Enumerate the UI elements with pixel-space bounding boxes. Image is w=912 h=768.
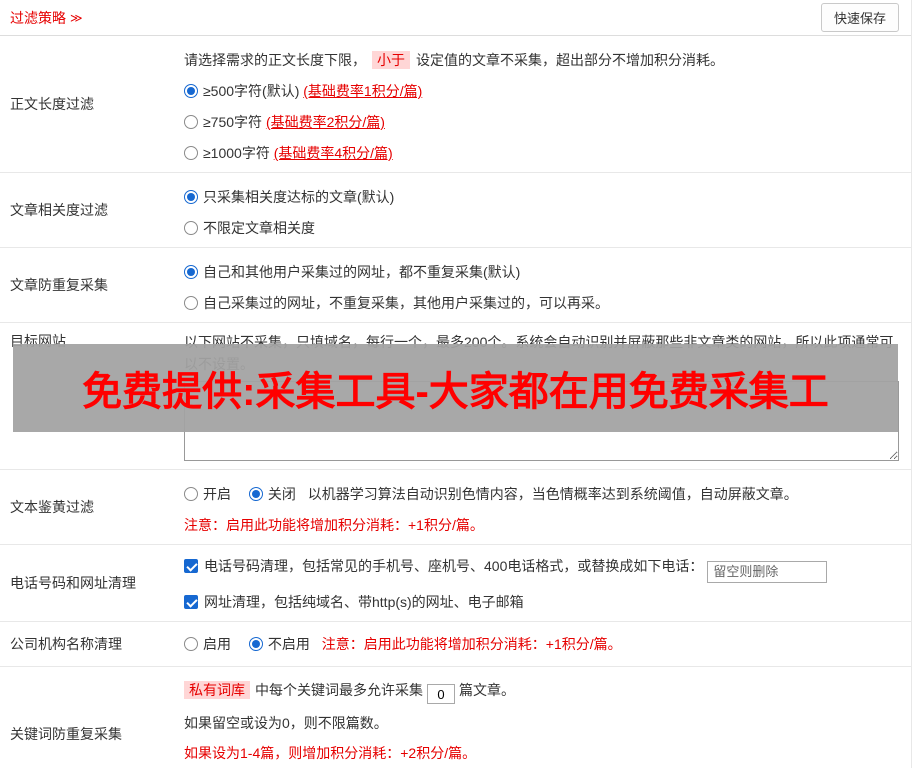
row-dedupe-filter: 文章防重复采集 自己和其他用户采集过的网址，都不重复采集(默认) 自己采集过的网…: [0, 248, 911, 323]
radio-icon[interactable]: [184, 636, 198, 651]
row-porn-filter: 文本鉴黄过滤 开启 关闭 以机器学习算法自动识别色情内容，当色情概率达到系统阈值…: [0, 470, 911, 545]
quick-save-button[interactable]: 快速保存: [820, 3, 899, 32]
option-label: 不限定文章相关度: [203, 220, 315, 236]
option-label: 启用: [203, 635, 231, 652]
row-label-porn: 文本鉴黄过滤: [10, 499, 94, 515]
length-option-750[interactable]: ≥750字符 (基础费率2积分/篇): [184, 111, 899, 133]
dedupe-option-all-users[interactable]: 自己和其他用户采集过的网址，都不重复采集(默认): [184, 261, 899, 283]
option-label: 电话号码清理，包括常见的手机号、座机号、400电话格式，或替换成如下电话：: [204, 558, 704, 574]
row-length-filter: 正文长度过滤 请选择需求的正文长度下限， 小于 设定值的文章不采集，超出部分不增加积…: [0, 36, 911, 173]
radio-icon[interactable]: [184, 146, 198, 160]
row-company-cleanup: 公司机构名称清理 启用 不启用 注意：启用此功能将增加积分消耗：+1积分/篇。: [0, 622, 911, 667]
option-label: 只采集相关度达标的文章(默认): [203, 189, 395, 205]
rate-note: (基础费率2积分/篇): [265, 114, 385, 130]
keyword-note-cost: 如果设为1-4篇，则增加积分消耗：+2积分/篇。: [184, 745, 477, 761]
length-desc: 请选择需求的正文长度下限， 小于 设定值的文章不采集，超出部分不增加积分消耗。: [184, 49, 899, 71]
collapse-chevron-icon[interactable]: ≫: [70, 11, 83, 25]
row-relevance-filter: 文章相关度过滤 只采集相关度达标的文章(默认) 不限定文章相关度: [0, 173, 911, 248]
keyword-limit-text: 中每个关键词最多允许采集: [255, 681, 423, 698]
option-label: 自己和其他用户采集过的网址，都不重复采集(默认): [203, 264, 521, 280]
row-label-phone-url: 电话号码和网址清理: [10, 574, 136, 591]
porn-option-off[interactable]: 关闭: [248, 486, 296, 502]
row-phone-url-cleanup: 电话号码和网址清理 电话号码清理，包括常见的手机号、座机号、400电话格式，或替…: [0, 545, 911, 622]
radio-icon[interactable]: [248, 636, 263, 651]
option-label: ≥750字符: [203, 114, 263, 130]
less-than-highlight: 小于: [372, 51, 410, 69]
company-options: 启用 不启用 注意：启用此功能将增加积分消耗：+1积分/篇。: [184, 633, 622, 655]
page-title-text: 过滤策略: [10, 9, 66, 26]
radio-icon[interactable]: [184, 84, 198, 98]
keyword-limit-suffix: 篇文章。: [459, 681, 515, 698]
dedupe-option-self-only[interactable]: 自己采集过的网址，不重复采集，其他用户采集过的，可以再采。: [184, 292, 899, 314]
porn-desc: 以机器学习算法自动识别色情内容，当色情概率达到系统阈值，自动屏蔽文章。: [307, 486, 798, 502]
radio-icon[interactable]: [184, 487, 198, 501]
length-desc-post: 设定值的文章不采集，超出部分不增加积分消耗。: [416, 52, 724, 68]
filter-strategy-page: 过滤策略 ≫ 快速保存 正文长度过滤 请选择需求的正文长度下限， 小于 设定值的文章…: [0, 0, 912, 768]
relevance-option-any[interactable]: 不限定文章相关度: [184, 217, 899, 239]
row-label-length: 正文长度过滤: [10, 96, 94, 112]
porn-options: 开启 关闭 以机器学习算法自动识别色情内容，当色情概率达到系统阈值，自动屏蔽文章…: [184, 483, 899, 505]
watermark-banner: 免费提供:采集工具-大家都在用免费采集工: [13, 344, 898, 432]
option-label: ≥500字符(默认): [203, 83, 300, 99]
radio-icon[interactable]: [184, 221, 198, 235]
url-cleanup-option[interactable]: 网址清理，包括纯域名、带http(s)的网址、电子邮箱: [184, 591, 899, 613]
row-keyword-dedupe: 关键词防重复采集 私有词库中每个关键词最多允许采集 篇文章。 如果留空或设为0，则…: [0, 667, 911, 768]
option-label: 自己采集过的网址，不重复采集，其他用户采集过的，可以再采。: [203, 295, 609, 311]
keyword-note-zero: 如果留空或设为0，则不限篇数。: [184, 715, 388, 731]
length-option-500[interactable]: ≥500字符(默认) (基础费率1积分/篇): [184, 80, 899, 102]
keyword-count-input[interactable]: [427, 684, 455, 704]
row-label-dedupe: 文章防重复采集: [10, 277, 108, 293]
keyword-limit-line: 私有词库中每个关键词最多允许采集 篇文章。: [184, 679, 899, 704]
radio-icon[interactable]: [184, 115, 198, 129]
rate-note: (基础费率1积分/篇): [303, 83, 423, 99]
page-title[interactable]: 过滤策略 ≫: [10, 8, 83, 28]
company-option-on[interactable]: 启用: [184, 636, 231, 652]
length-option-1000[interactable]: ≥1000字符 (基础费率4积分/篇): [184, 142, 899, 164]
option-label: 关闭: [267, 486, 296, 502]
watermark-text: 免费提供:采集工具-大家都在用免费采集工: [82, 370, 829, 414]
radio-icon[interactable]: [184, 265, 198, 279]
radio-icon[interactable]: [184, 190, 198, 204]
rate-note: (基础费率4积分/篇): [273, 145, 393, 161]
relevance-option-strict[interactable]: 只采集相关度达标的文章(默认): [184, 186, 899, 208]
row-label-relevance: 文章相关度过滤: [10, 202, 108, 218]
option-label: 开启: [203, 486, 231, 502]
row-label-keyword: 关键词防重复采集: [10, 726, 122, 743]
replacement-phone-input[interactable]: [707, 560, 828, 583]
radio-icon[interactable]: [248, 487, 263, 501]
option-label: 不启用: [267, 635, 310, 652]
phone-cleanup-option[interactable]: 电话号码清理，包括常见的手机号、座机号、400电话格式，或替换成如下电话：: [184, 555, 899, 583]
porn-option-on[interactable]: 开启: [184, 486, 231, 502]
checkbox-checked-icon[interactable]: [184, 594, 198, 609]
checkbox-checked-icon[interactable]: [184, 559, 198, 573]
porn-cost-note: 注意：启用此功能将增加积分消耗：+1积分/篇。: [184, 517, 484, 533]
company-cost-note: 注意：启用此功能将增加积分消耗：+1积分/篇。: [321, 635, 622, 652]
radio-icon[interactable]: [184, 296, 198, 310]
page-header: 过滤策略 ≫ 快速保存: [0, 0, 911, 36]
option-label: ≥1000字符: [203, 145, 270, 161]
private-lexicon-highlight: 私有词库: [184, 680, 250, 699]
company-option-off[interactable]: 不启用: [248, 635, 310, 652]
row-label-company: 公司机构名称清理: [10, 635, 122, 652]
length-desc-pre: 请选择需求的正文长度下限，: [184, 52, 366, 68]
option-label: 网址清理，包括纯域名、带http(s)的网址、电子邮箱: [204, 593, 524, 610]
